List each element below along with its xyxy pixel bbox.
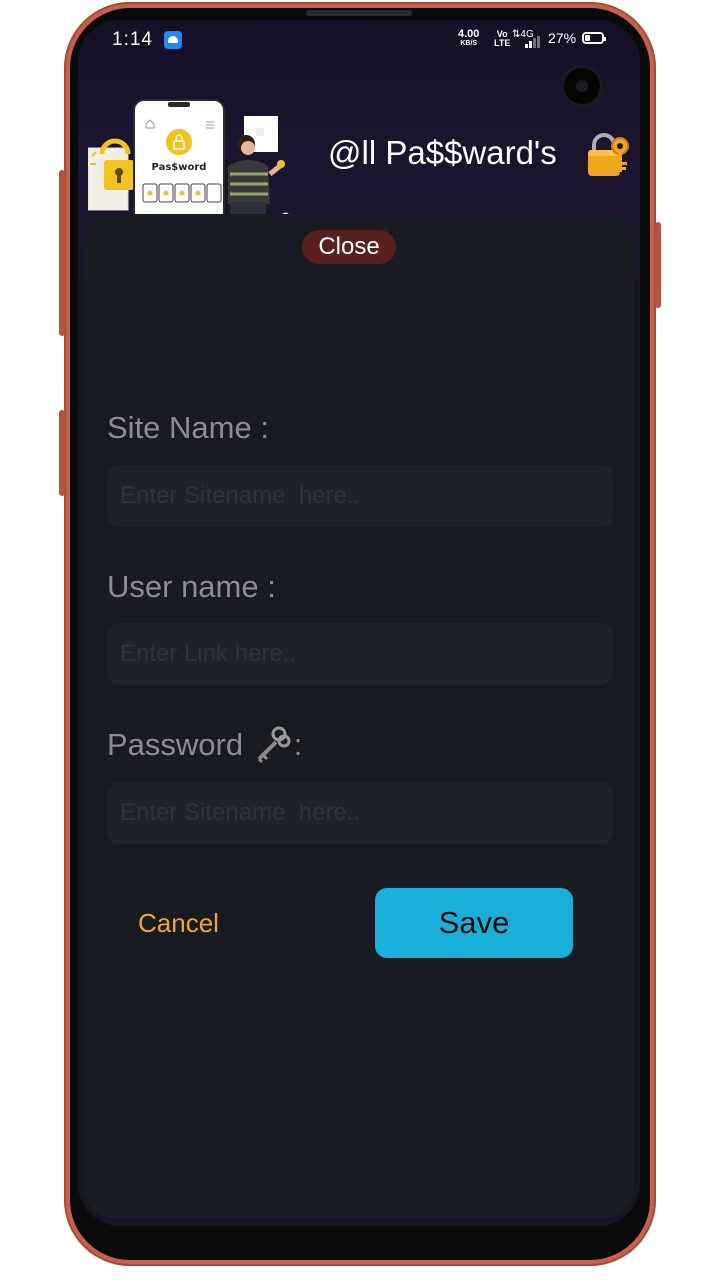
status-bar: 1:14 4.00 KB/S Vo LTE ⇅4G 27% <box>78 20 640 60</box>
cancel-button[interactable]: Cancel <box>138 908 219 939</box>
network-speed: 4.00 KB/S <box>458 29 479 49</box>
bixby-button <box>59 410 65 496</box>
illustration-label: Pas$word <box>152 162 207 173</box>
old-key-icon <box>257 726 291 764</box>
site-name-label: Site Name : <box>107 410 269 445</box>
network-speed-value: 4.00 <box>458 28 480 40</box>
status-time: 1:14 <box>112 29 153 50</box>
battery-icon <box>582 32 606 44</box>
volume-button <box>59 170 65 336</box>
battery-percent: 27% <box>548 30 577 46</box>
save-button[interactable]: Save <box>375 888 573 958</box>
site-name-input[interactable] <box>107 465 613 527</box>
app-title: @ll Pa$$ward's <box>328 134 557 171</box>
password-label-text: Password <box>107 727 244 762</box>
earpiece-speaker <box>306 10 412 16</box>
user-name-input[interactable] <box>107 623 613 685</box>
lock-key-icon <box>588 133 629 176</box>
user-name-label: User name : <box>107 569 276 604</box>
power-button <box>655 222 661 308</box>
volte-bottom: LTE <box>494 38 511 48</box>
close-button[interactable]: Close <box>302 230 396 264</box>
add-password-sheet: Close Site Name : User name : Password :… <box>84 214 634 1218</box>
screen: 1:14 4.00 KB/S Vo LTE ⇅4G 27% Pas$word @… <box>78 20 640 1226</box>
network-speed-unit: KB/S <box>460 40 478 47</box>
volte-indicator: Vo LTE <box>494 30 510 48</box>
android-notification-icon <box>164 31 182 49</box>
password-input[interactable] <box>107 782 613 844</box>
front-camera <box>564 68 600 104</box>
signal-icon <box>525 36 543 48</box>
